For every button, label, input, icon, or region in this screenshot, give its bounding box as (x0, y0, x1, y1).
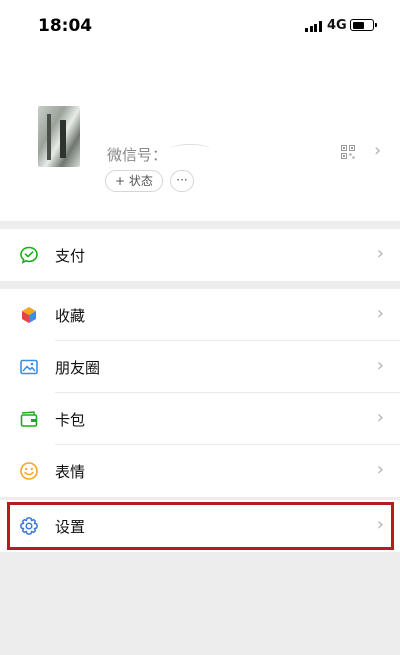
card-wallet-icon (19, 409, 39, 429)
chevron-right-icon: › (376, 243, 384, 264)
chevron-right-icon: › (376, 514, 384, 535)
chevron-right-icon: › (376, 459, 384, 480)
features-section: 收藏 › 朋友圈 › 卡包 › 表情 › (0, 289, 400, 497)
menu-item-moments[interactable]: 朋友圈 › (0, 341, 400, 393)
menu-item-stickers[interactable]: 表情 › (0, 445, 400, 497)
chevron-right-icon: › (376, 355, 384, 376)
menu-item-label: 表情 (55, 463, 86, 481)
signal-strength-icon (305, 21, 322, 32)
network-type: 4G (327, 18, 347, 33)
menu-item-label: 支付 (55, 247, 86, 265)
menu-item-favorites[interactable]: 收藏 › (0, 289, 400, 341)
wechat-id-label: 微信号： (107, 146, 168, 164)
menu-item-label: 收藏 (55, 307, 86, 325)
menu-item-label: 卡包 (55, 411, 86, 429)
chevron-right-icon: › (376, 303, 384, 324)
settings-section: 设置 › (0, 500, 400, 552)
status-time: 18:04 (38, 16, 93, 36)
pay-section: 支付 › (0, 229, 400, 281)
profile-header[interactable]: 微信号： › + 状态 ··· (0, 52, 400, 221)
menu-item-settings[interactable]: 设置 › (0, 500, 400, 552)
chevron-right-icon: › (376, 407, 384, 428)
qr-code-icon[interactable] (341, 145, 355, 159)
menu-item-pay[interactable]: 支付 › (0, 229, 400, 281)
avatar[interactable] (38, 106, 80, 167)
moments-image-icon (19, 357, 39, 377)
sticker-smiley-icon (19, 461, 39, 481)
more-button[interactable]: ··· (170, 170, 194, 192)
favorites-cube-icon (19, 305, 39, 325)
add-status-button[interactable]: + 状态 (105, 170, 163, 192)
menu-item-cards[interactable]: 卡包 › (0, 393, 400, 445)
chevron-right-icon[interactable]: › (374, 140, 381, 161)
menu-item-label: 设置 (55, 518, 86, 536)
menu-item-label: 朋友圈 (55, 359, 101, 377)
pay-icon (19, 245, 39, 265)
gear-icon (19, 516, 39, 536)
status-bar: 18:04 4G (0, 0, 400, 52)
wechat-id-value (170, 144, 210, 154)
battery-icon (350, 19, 377, 31)
